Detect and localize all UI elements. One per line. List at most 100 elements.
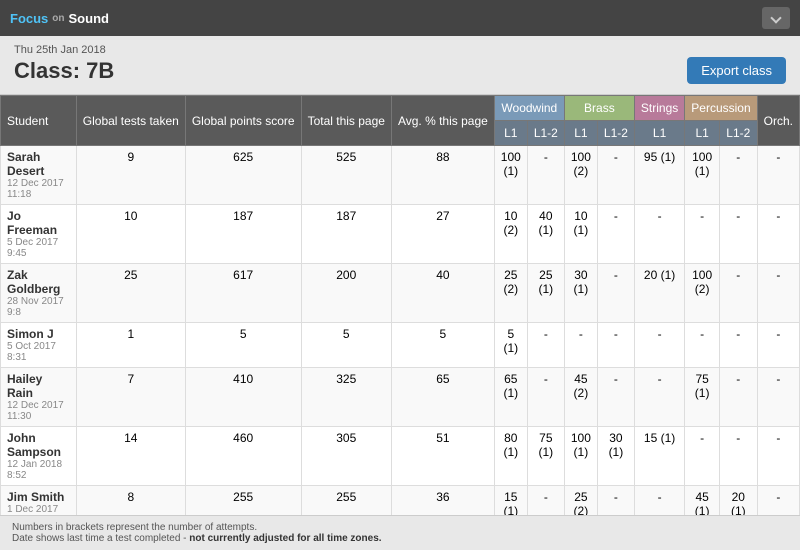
pe-l12-cell: - (719, 427, 757, 486)
footer-note: Numbers in brackets represent the number… (0, 515, 800, 550)
br-l1-cell: 45 (2) (564, 368, 597, 427)
footer-line2-bold: not currently adjusted for all time zone… (189, 533, 381, 544)
pe-l1-cell: 100 (1) (685, 146, 720, 205)
class-table: Student Global tests taken Global points… (0, 95, 800, 515)
global-tests-cell: 8 (76, 486, 185, 516)
br-l12-cell: - (597, 323, 634, 368)
global-points-cell: 625 (185, 146, 301, 205)
student-cell: Simon J 5 Oct 2017 8:31 (1, 323, 77, 368)
strings-header: Strings (634, 96, 684, 121)
student-column-header: Student (1, 96, 77, 146)
student-name: Hailey Rain (7, 372, 70, 400)
student-name: Zak Goldberg (7, 268, 70, 296)
br-l1-header: L1 (564, 121, 597, 146)
student-date: 5 Oct 2017 8:31 (7, 341, 70, 363)
orch-header: Orch. (757, 96, 799, 146)
st-l1-cell: - (634, 323, 684, 368)
br-l12-header: L1-2 (597, 121, 634, 146)
global-points-cell: 460 (185, 427, 301, 486)
br-l12-cell: - (597, 205, 634, 264)
ww-l12-cell: 75 (1) (527, 427, 564, 486)
global-tests-cell: 7 (76, 368, 185, 427)
woodwind-header: Woodwind (494, 96, 564, 121)
student-date: 12 Dec 2017 11:18 (7, 178, 70, 200)
br-l1-cell: 30 (1) (564, 264, 597, 323)
st-l1-cell: - (634, 486, 684, 516)
student-name: Simon J (7, 327, 70, 341)
pe-l1-cell: - (685, 323, 720, 368)
student-date: 12 Dec 2017 11:30 (7, 400, 70, 422)
orch-cell: - (757, 323, 799, 368)
page-title: Class: 7B (14, 58, 114, 84)
pe-l1-cell: 100 (2) (685, 264, 720, 323)
br-l12-cell: - (597, 264, 634, 323)
avg-cell: 5 (391, 323, 494, 368)
st-l1-header: L1 (634, 121, 684, 146)
student-name: John Sampson (7, 431, 70, 459)
br-l1-cell: - (564, 323, 597, 368)
student-date: 12 Jan 2018 8:52 (7, 459, 70, 481)
ww-l1-header: L1 (494, 121, 527, 146)
ww-l12-cell: 40 (1) (527, 205, 564, 264)
student-cell: Jim Smith 1 Dec 2017 13:48 (1, 486, 77, 516)
student-name: Sarah Desert (7, 150, 70, 178)
orch-cell: - (757, 368, 799, 427)
logo-focus: Focus (10, 11, 48, 26)
table-container: Student Global tests taken Global points… (0, 95, 800, 515)
table-row: Jo Freeman 5 Dec 2017 9:45 10 187 187 27… (1, 205, 800, 264)
table-row: John Sampson 12 Jan 2018 8:52 14 460 305… (1, 427, 800, 486)
ww-l1-cell: 5 (1) (494, 323, 527, 368)
total-this-page-header: Total this page (301, 96, 391, 146)
pe-l12-cell: - (719, 323, 757, 368)
br-l1-cell: 10 (1) (564, 205, 597, 264)
br-l1-cell: 100 (2) (564, 146, 597, 205)
orch-cell: - (757, 486, 799, 516)
student-cell: John Sampson 12 Jan 2018 8:52 (1, 427, 77, 486)
global-points-cell: 617 (185, 264, 301, 323)
br-l12-cell: - (597, 486, 634, 516)
orch-cell: - (757, 264, 799, 323)
table-row: Sarah Desert 12 Dec 2017 11:18 9 625 525… (1, 146, 800, 205)
avg-cell: 27 (391, 205, 494, 264)
student-name: Jim Smith (7, 490, 70, 504)
global-points-header: Global points score (185, 96, 301, 146)
percussion-header: Percussion (685, 96, 757, 121)
global-points-cell: 410 (185, 368, 301, 427)
footer-line2-prefix: Date shows last time a test completed - (12, 533, 189, 544)
student-date: 28 Nov 2017 9:8 (7, 296, 70, 318)
student-cell: Hailey Rain 12 Dec 2017 11:30 (1, 368, 77, 427)
avg-cell: 51 (391, 427, 494, 486)
ww-l12-cell: - (527, 146, 564, 205)
br-l1-cell: 100 (1) (564, 427, 597, 486)
ww-l12-cell: - (527, 368, 564, 427)
global-tests-cell: 14 (76, 427, 185, 486)
footer-line1: Numbers in brackets represent the number… (12, 522, 788, 533)
br-l12-cell: - (597, 368, 634, 427)
top-bar: FocusonSound (0, 0, 800, 36)
table-row: Zak Goldberg 28 Nov 2017 9:8 25 617 200 … (1, 264, 800, 323)
orch-cell: - (757, 205, 799, 264)
pe-l1-cell: 75 (1) (685, 368, 720, 427)
global-tests-cell: 1 (76, 323, 185, 368)
dropdown-button[interactable] (762, 7, 790, 29)
table-row: Jim Smith 1 Dec 2017 13:48 8 255 255 36 … (1, 486, 800, 516)
student-cell: Zak Goldberg 28 Nov 2017 9:8 (1, 264, 77, 323)
st-l1-cell: 20 (1) (634, 264, 684, 323)
global-tests-cell: 9 (76, 146, 185, 205)
ww-l12-cell: - (527, 323, 564, 368)
table-row: Hailey Rain 12 Dec 2017 11:30 7 410 325 … (1, 368, 800, 427)
chevron-down-icon (770, 12, 781, 23)
br-l12-cell: 30 (1) (597, 427, 634, 486)
total-cell: 200 (301, 264, 391, 323)
st-l1-cell: 15 (1) (634, 427, 684, 486)
pe-l12-cell: - (719, 368, 757, 427)
pe-l12-cell: - (719, 205, 757, 264)
ww-l12-cell: - (527, 486, 564, 516)
pe-l12-cell: 20 (1) (719, 486, 757, 516)
logo-sound: Sound (69, 11, 109, 26)
export-class-button[interactable]: Export class (687, 57, 786, 84)
pe-l1-cell: 45 (1) (685, 486, 720, 516)
ww-l12-cell: 25 (1) (527, 264, 564, 323)
orch-cell: - (757, 427, 799, 486)
total-cell: 305 (301, 427, 391, 486)
